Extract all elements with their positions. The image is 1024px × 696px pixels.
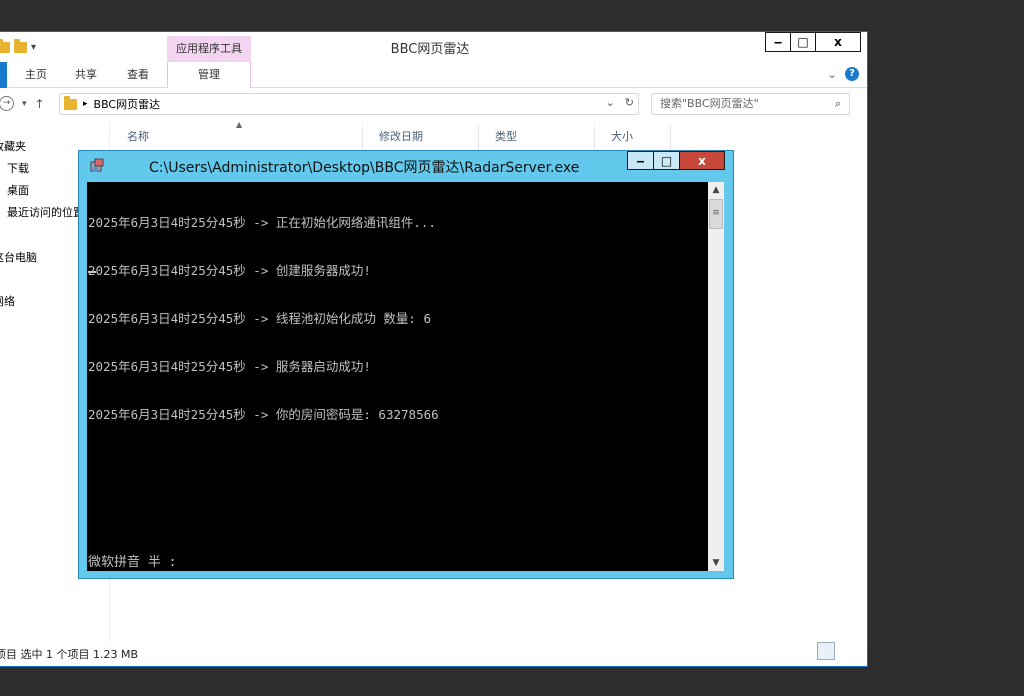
navigation-buttons: → ▾ ↑ [0, 96, 45, 111]
text-cursor [88, 271, 96, 273]
scroll-up-icon[interactable]: ▲ [708, 182, 724, 198]
console-title: C:\Users\Administrator\Desktop\BBC网页雷达\R… [149, 160, 580, 176]
log-line: 2025年6月3日4时25分45秒 -> 创建服务器成功! [88, 263, 371, 278]
console-minimize-button[interactable]: ‒ [627, 151, 654, 170]
ribbon-right-controls: ⌄ ? [827, 67, 859, 81]
close-button[interactable]: x [815, 32, 861, 52]
status-bar: 项目 选中 1 个项目 1.23 MB [0, 638, 867, 666]
console-maximize-button[interactable]: □ [653, 151, 680, 170]
console-window-controls: ‒ □ x [627, 151, 725, 170]
column-size[interactable]: 大小 [595, 126, 671, 150]
maximize-button[interactable]: □ [790, 32, 816, 52]
minimize-button[interactable]: ‒ [765, 32, 791, 52]
ribbon-tabs: 主页 共享 查看 管理 ⌄ ? [0, 62, 867, 88]
nav-this-pc[interactable]: 这台电脑 [0, 249, 37, 265]
context-tab-header: 应用程序工具 [167, 36, 251, 62]
column-type[interactable]: 类型 [479, 126, 595, 150]
status-text: 项目 选中 1 个项目 1.23 MB [0, 648, 139, 661]
tab-home[interactable]: 主页 [15, 62, 57, 88]
explorer-window-controls: ‒ □ x [765, 32, 861, 52]
search-placeholder: 搜索"BBC网页雷达" [660, 97, 759, 110]
back-arrow-icon[interactable]: → [0, 96, 14, 111]
tab-view[interactable]: 查看 [117, 62, 159, 88]
up-arrow-icon[interactable]: ↑ [35, 97, 45, 111]
console-close-button[interactable]: x [679, 151, 725, 170]
refresh-icon[interactable]: ↻ [625, 96, 634, 109]
address-bar[interactable]: ▸ BBC网页雷达 ⌄ ↻ [59, 93, 639, 115]
nav-recent-places[interactable]: 最近访问的位置 [7, 204, 84, 220]
explorer-titlebar: ▾ BBC网页雷达 应用程序工具 ‒ □ x [0, 32, 867, 62]
search-icon[interactable]: ⌕ [835, 94, 841, 114]
address-bar-row: → ▾ ↑ ▸ BBC网页雷达 ⌄ ↻ 搜索"BBC网页雷达" ⌕ [0, 90, 867, 118]
tab-file[interactable] [0, 62, 7, 88]
nav-favorites[interactable]: 收藏夹 [0, 138, 26, 154]
log-line: 2025年6月3日4时25分45秒 -> 正在初始化网络通讯组件... [88, 215, 436, 230]
log-line: 2025年6月3日4时25分45秒 -> 线程池初始化成功 数量: 6 [88, 311, 431, 326]
details-view-icon[interactable] [817, 642, 835, 660]
help-icon[interactable]: ? [845, 67, 859, 81]
explorer-title: BBC网页雷达 [390, 42, 470, 57]
search-input[interactable]: 搜索"BBC网页雷达" ⌕ [651, 93, 850, 115]
folder-icon [64, 95, 77, 110]
tab-manage[interactable]: 管理 [167, 62, 251, 88]
column-date-modified[interactable]: 修改日期 [363, 126, 479, 150]
breadcrumb-separator-icon[interactable]: ▸ [83, 99, 88, 109]
console-output[interactable]: 2025年6月3日4时25分45秒 -> 正在初始化网络通讯组件... 2025… [87, 182, 711, 571]
breadcrumb-current[interactable]: BBC网页雷达 [94, 96, 161, 112]
nav-network[interactable]: 网络 [0, 293, 15, 309]
view-switcher [817, 642, 855, 660]
scroll-thumb[interactable]: ≡ [709, 199, 723, 229]
column-name[interactable]: 名称 [111, 126, 363, 150]
console-scrollbar[interactable]: ▲ ≡ ▼ [708, 182, 724, 571]
nav-desktop[interactable]: 桌面 [7, 182, 29, 198]
ime-status: 微软拼音 半 : [88, 555, 177, 570]
address-controls: ⌄ ↻ [606, 96, 634, 109]
column-header: 名称 修改日期 类型 大小 [111, 126, 671, 150]
log-line: 2025年6月3日4时25分45秒 -> 服务器启动成功! [88, 359, 371, 374]
expand-ribbon-icon[interactable]: ⌄ [827, 67, 837, 81]
nav-downloads[interactable]: 下载 [7, 160, 29, 176]
scroll-down-icon[interactable]: ▼ [708, 555, 724, 571]
console-app-icon [90, 158, 104, 172]
log-line: 2025年6月3日4时25分45秒 -> 你的房间密码是: 63278566 [88, 407, 439, 422]
large-icons-view-icon[interactable] [837, 642, 855, 660]
tab-share[interactable]: 共享 [65, 62, 107, 88]
console-window: C:\Users\Administrator\Desktop\BBC网页雷达\R… [78, 150, 734, 579]
history-dropdown-icon[interactable]: ▾ [22, 99, 27, 109]
address-dropdown-icon[interactable]: ⌄ [606, 96, 615, 109]
console-log: 2025年6月3日4时25分45秒 -> 正在初始化网络通讯组件... 2025… [88, 183, 439, 455]
